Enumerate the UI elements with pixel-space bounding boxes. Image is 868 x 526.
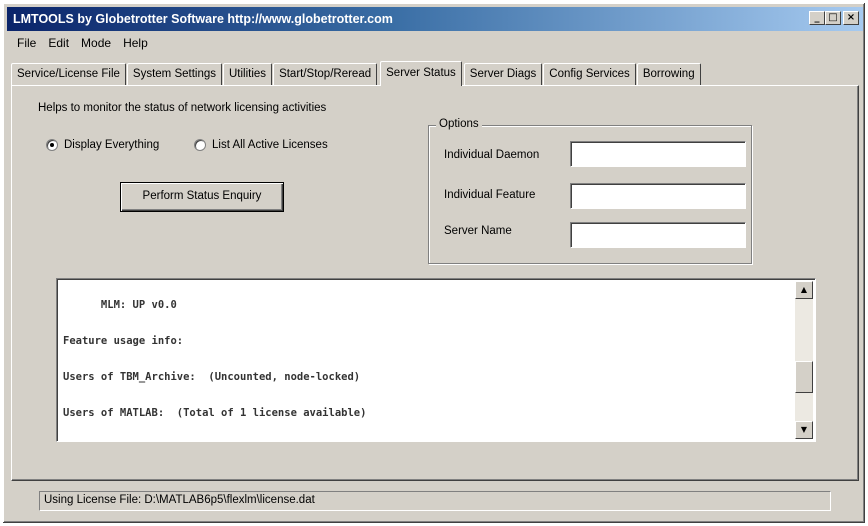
scroll-up-button[interactable]: ▲ <box>795 281 813 299</box>
tab-strip: Service/License File System Settings Uti… <box>11 61 702 86</box>
scroll-thumb[interactable] <box>795 361 813 393</box>
window-controls: _ □ × <box>809 11 859 25</box>
options-legend: Options <box>436 118 482 130</box>
server-status-panel: Helps to monitor the status of network l… <box>11 85 859 481</box>
tab-system-settings[interactable]: System Settings <box>126 63 222 85</box>
display-everything-radio[interactable]: Display Everything <box>46 139 159 151</box>
status-output-text[interactable]: MLM: UP v0.0 Feature usage info: Users o… <box>61 283 789 439</box>
menu-mode[interactable]: Mode <box>75 34 117 54</box>
output-line: Users of TBM_Archive: (Uncounted, node-l… <box>63 371 361 383</box>
individual-daemon-label: Individual Daemon <box>444 149 540 161</box>
scroll-down-button[interactable]: ▼ <box>795 421 813 439</box>
server-name-label: Server Name <box>444 225 512 237</box>
output-line: MLM: UP v0.0 <box>63 299 177 311</box>
tab-borrowing[interactable]: Borrowing <box>636 63 701 85</box>
individual-feature-input[interactable] <box>570 183 746 209</box>
status-output[interactable]: MLM: UP v0.0 Feature usage info: Users o… <box>56 278 816 442</box>
server-name-input[interactable] <box>570 222 746 248</box>
individual-feature-label: Individual Feature <box>444 189 536 201</box>
output-line: Feature usage info: <box>63 335 184 347</box>
close-button[interactable]: × <box>843 11 859 25</box>
list-active-licenses-radio[interactable]: List All Active Licenses <box>194 139 328 151</box>
help-text: Helps to monitor the status of network l… <box>38 102 327 114</box>
tab-service-license-file[interactable]: Service/License File <box>11 63 126 85</box>
window-title: LMTOOLS by Globetrotter Software http://… <box>13 12 393 26</box>
radio-unchecked-icon[interactable] <box>194 139 206 151</box>
radio-checked-icon[interactable] <box>46 139 58 151</box>
menu-help[interactable]: Help <box>117 34 154 54</box>
maximize-button[interactable]: □ <box>825 11 841 25</box>
license-file-status: Using License File: D:\MATLAB6p5\flexlm\… <box>39 491 831 511</box>
minimize-button[interactable]: _ <box>809 11 825 25</box>
menu-edit[interactable]: Edit <box>42 34 75 54</box>
display-everything-label: Display Everything <box>64 139 160 151</box>
individual-daemon-input[interactable] <box>570 141 746 167</box>
tab-server-diags[interactable]: Server Diags <box>463 63 543 85</box>
status-bar: Using License File: D:\MATLAB6p5\flexlm\… <box>11 489 859 513</box>
tab-server-status[interactable]: Server Status <box>380 61 462 86</box>
output-line: Users of MATLAB: (Total of 1 license ava… <box>63 407 367 419</box>
menu-bar: File Edit Mode Help <box>11 34 154 54</box>
lmtools-window: LMTOOLS by Globetrotter Software http://… <box>2 2 866 524</box>
list-active-licenses-label: List All Active Licenses <box>212 139 328 151</box>
tab-utilities[interactable]: Utilities <box>223 63 273 85</box>
perform-status-enquiry-button[interactable]: Perform Status Enquiry <box>120 182 284 212</box>
output-scrollbar[interactable]: ▲ ▼ <box>795 281 813 439</box>
tab-config-services[interactable]: Config Services <box>543 63 636 85</box>
title-bar[interactable]: LMTOOLS by Globetrotter Software http://… <box>7 7 863 31</box>
tab-start-stop-reread[interactable]: Start/Stop/Reread <box>273 63 378 85</box>
menu-file[interactable]: File <box>11 34 42 54</box>
